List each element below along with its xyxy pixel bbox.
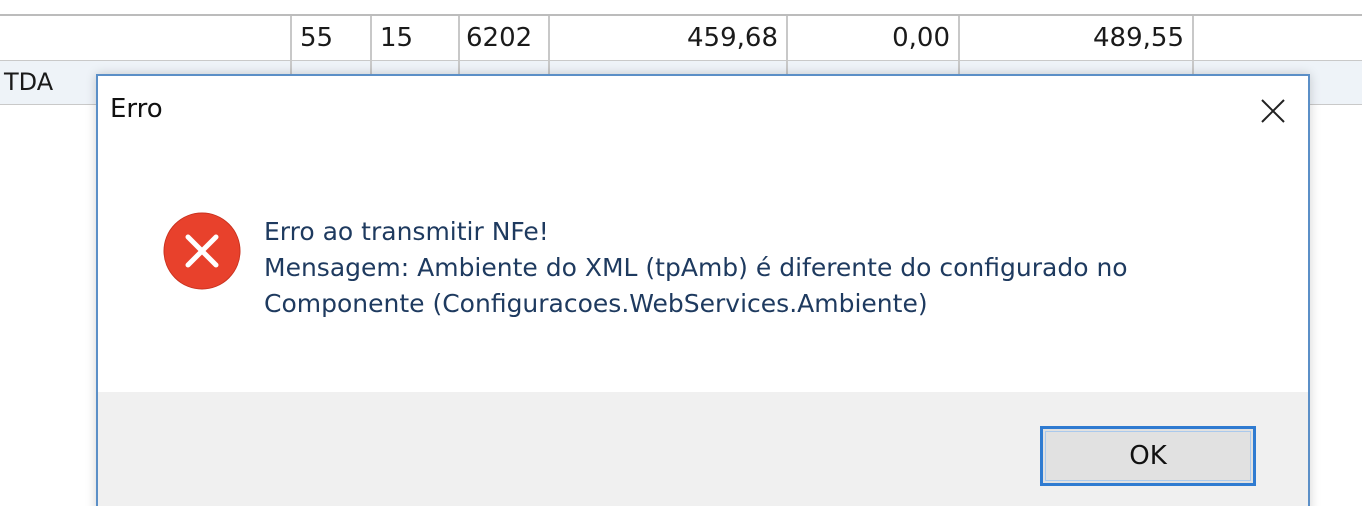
close-button[interactable] xyxy=(1250,88,1296,134)
table-cell: 459,68 xyxy=(687,23,778,53)
focus-ring xyxy=(1045,431,1251,481)
table-cell: 489,55 xyxy=(1093,23,1184,53)
screen: 55 15 6202 459,68 0,00 489,55 TDA Erro E… xyxy=(0,0,1362,506)
table-cell: 6202 xyxy=(466,23,533,53)
dialog-title: Erro xyxy=(110,94,163,124)
message-line: Mensagem: Ambiente do XML (tpAmb) é dife… xyxy=(264,253,1128,282)
message-line: Erro ao transmitir NFe! xyxy=(264,217,549,246)
ok-button[interactable]: OK xyxy=(1040,426,1256,486)
error-icon xyxy=(163,212,241,290)
table-cell: 0,00 xyxy=(892,23,950,53)
table-cell: 55 xyxy=(300,23,334,53)
dialog-footer: OK xyxy=(98,392,1308,506)
close-icon xyxy=(1261,99,1285,123)
error-message: Erro ao transmitir NFe! Mensagem: Ambien… xyxy=(264,214,1128,322)
message-line: Componente (Configuracoes.WebServices.Am… xyxy=(264,289,928,318)
dialog-titlebar[interactable]: Erro xyxy=(98,76,1308,146)
error-dialog: Erro Erro ao transmitir NFe! Mensagem: A… xyxy=(96,74,1310,506)
table-cell: 15 xyxy=(380,23,414,53)
table-cell: TDA xyxy=(4,68,54,96)
dialog-content: Erro ao transmitir NFe! Mensagem: Ambien… xyxy=(98,146,1308,392)
row-divider xyxy=(0,60,1362,61)
